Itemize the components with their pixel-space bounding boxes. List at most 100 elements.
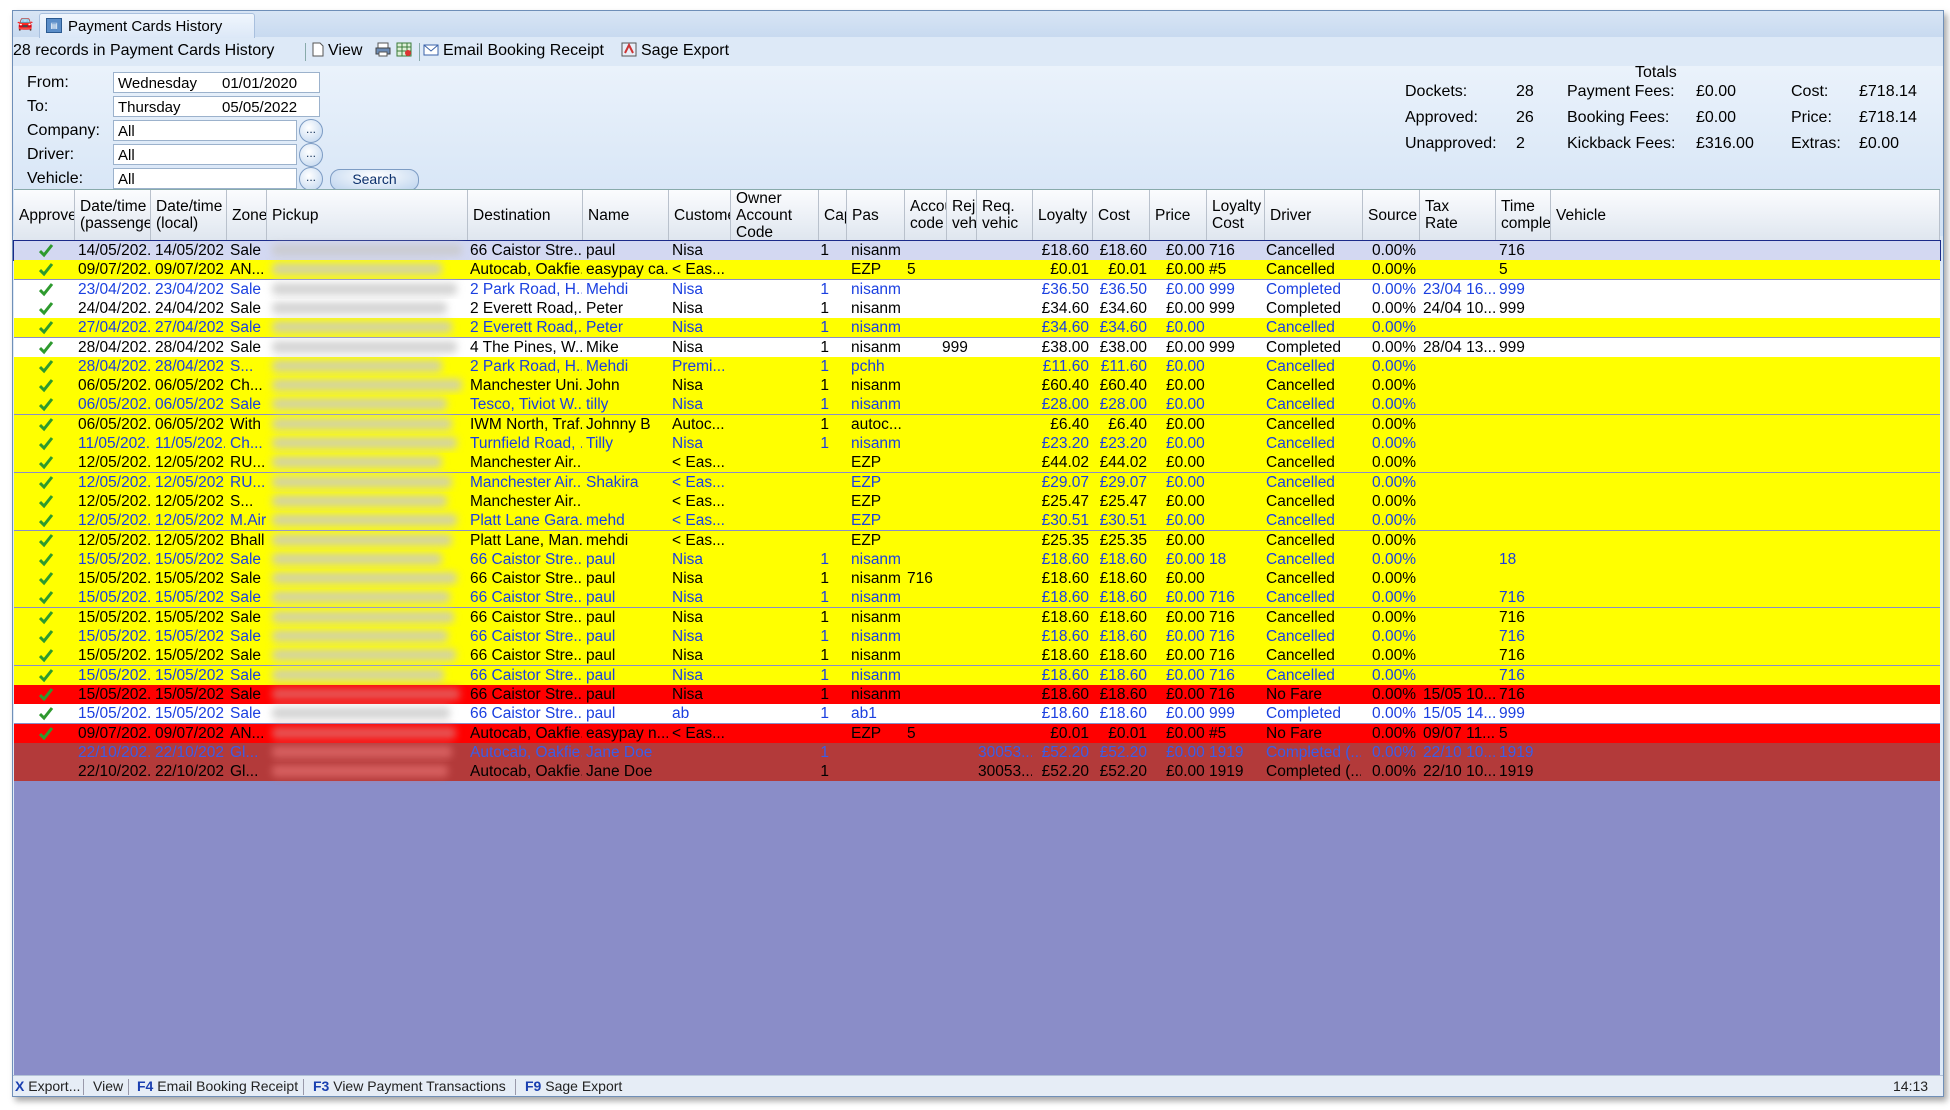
column-header-rejected-vehicle[interactable]: Rej. vehic (947, 190, 977, 240)
company-lookup-button[interactable]: ... (299, 119, 323, 143)
datetime-local-cell: 15/05/202... (155, 666, 225, 684)
email-shortcut[interactable]: F4 Email Booking Receipt (137, 1078, 298, 1094)
column-header-vehicle[interactable]: Vehicle (1551, 190, 1940, 240)
column-header-datetime-local[interactable]: Date/time (local) (151, 190, 227, 240)
approved-check-icon[interactable] (39, 494, 55, 510)
email-booking-receipt-button[interactable]: Email Booking Receipt (423, 42, 604, 60)
company-field[interactable]: All (113, 120, 297, 141)
column-header-capacity[interactable]: Capa (819, 190, 847, 240)
approved-check-icon[interactable] (39, 455, 55, 471)
from-date-field[interactable]: Wednesday 01/01/2020 (113, 72, 320, 93)
table-row[interactable]: 06/05/202... 06/05/202... Ch... Manchester … (14, 376, 1940, 396)
view-button[interactable]: View (312, 42, 362, 60)
export-grid-button[interactable] (396, 42, 416, 60)
payment-cards-grid[interactable]: ApproveDate/time (passenger)Date/time (l… (13, 189, 1941, 1075)
table-row[interactable]: 15/05/202... 15/05/202... Sale 66 Caistor S… (14, 607, 1940, 627)
table-row[interactable]: 28/04/202... 28/04/202... S... 2 Park Road,… (14, 356, 1940, 376)
table-row[interactable]: 14/05/202... 14/05/202... Sale 66 Caistor S… (13, 240, 1941, 261)
table-row[interactable]: 15/05/202... 15/05/202... Sale 66 Caistor S… (14, 684, 1940, 704)
approved-check-icon[interactable] (39, 668, 55, 684)
column-header-customer[interactable]: Customer (669, 190, 731, 240)
approved-check-icon[interactable] (39, 687, 55, 703)
column-header-price[interactable]: Price (1150, 190, 1207, 240)
column-header-datetime-passenger[interactable]: Date/time (passenger) (75, 190, 151, 240)
approved-check-icon[interactable] (39, 320, 55, 336)
payment-transactions-shortcut[interactable]: F3 View Payment Transactions (313, 1078, 506, 1094)
column-header-cost[interactable]: Cost (1093, 190, 1150, 240)
table-row[interactable]: 12/05/202... 12/05/202... S... Manchester A… (14, 491, 1940, 511)
column-header-pickup[interactable]: Pickup (267, 190, 468, 240)
table-row[interactable]: 09/07/202... 09/07/202... AN... Autocab, Oa… (14, 260, 1940, 280)
table-row[interactable]: 28/04/202... 28/04/202... Sale 4 The Pines,… (14, 337, 1940, 357)
table-row[interactable]: 06/05/202... 06/05/202... With IWM North, T… (14, 414, 1940, 434)
column-header-approve[interactable]: Approve (14, 190, 75, 240)
table-row[interactable]: 15/05/202... 15/05/202... Sale 66 Caistor S… (14, 588, 1940, 608)
approved-check-icon[interactable] (39, 533, 55, 549)
approved-check-icon[interactable] (39, 262, 55, 278)
table-row[interactable]: 23/04/202... 23/04/202... Sale 2 Park Road,… (14, 279, 1940, 299)
approved-check-icon[interactable] (39, 282, 55, 298)
column-header-account-code[interactable]: Account code (905, 190, 947, 240)
column-header-loyalty[interactable]: Loyalty (1033, 190, 1093, 240)
column-header-loyalty-cost[interactable]: Loyalty Cost (1207, 190, 1265, 240)
table-row[interactable]: 24/04/202... 24/04/202... Sale 2 Everett Ro… (14, 298, 1940, 318)
approved-check-icon[interactable] (39, 726, 55, 742)
car-icon[interactable]: 🚘 (17, 16, 33, 31)
column-header-passengers[interactable]: Pas (847, 190, 905, 240)
vehicle-lookup-button[interactable]: ... (299, 167, 323, 191)
column-header-requested-vehicle[interactable]: Req. vehic (977, 190, 1033, 240)
to-date-field[interactable]: Thursday 05/05/2022 (113, 96, 320, 117)
tab-payment-cards-history[interactable]: ▤ Payment Cards History (39, 13, 255, 38)
approved-check-icon[interactable] (39, 590, 55, 606)
table-row[interactable]: 27/04/202... 27/04/202... Sale 2 Everett Ro… (14, 318, 1940, 338)
table-row[interactable]: 22/10/202... 22/10/202... Gl... Autocab, Oa… (14, 742, 1940, 762)
approved-check-icon[interactable] (39, 359, 55, 375)
approved-check-icon[interactable] (39, 571, 55, 587)
column-header-name[interactable]: Name (583, 190, 669, 240)
table-row[interactable]: 12/05/202... 12/05/202... M.Air Platt Lane … (14, 511, 1940, 531)
column-header-driver[interactable]: Driver (1265, 190, 1363, 240)
approved-check-icon[interactable] (39, 629, 55, 645)
approved-check-icon[interactable] (39, 552, 55, 568)
table-row[interactable]: 15/05/202... 15/05/202... Sale 66 Caistor S… (14, 665, 1940, 685)
table-row[interactable]: 06/05/202... 06/05/202... Sale Tesco, Tivio… (14, 395, 1940, 415)
approved-check-icon[interactable] (39, 610, 55, 626)
table-row[interactable]: 12/05/202... 12/05/202... Bhall Platt Lane,… (14, 530, 1940, 550)
approved-check-icon[interactable] (39, 648, 55, 664)
approved-check-icon[interactable] (39, 378, 55, 394)
column-header-zone[interactable]: Zone (227, 190, 267, 240)
search-button[interactable]: Search (330, 169, 419, 191)
table-row[interactable]: 15/05/202... 15/05/202... Sale 66 Caistor S… (14, 569, 1940, 589)
table-row[interactable]: 09/07/202... 09/07/202... AN... Autocab, Oa… (14, 723, 1940, 743)
column-header-source[interactable]: Source (1363, 190, 1420, 240)
approved-check-icon[interactable] (39, 301, 55, 317)
column-header-owner-account-code[interactable]: Owner Account Code (731, 190, 819, 240)
driver-field[interactable]: All (113, 144, 297, 165)
column-header-tax-rate[interactable]: Tax Rate (1420, 190, 1496, 240)
table-row[interactable]: 15/05/202... 15/05/202... Sale 66 Caistor S… (14, 704, 1940, 724)
sage-export-shortcut[interactable]: F9 Sage Export (525, 1078, 622, 1094)
approved-check-icon[interactable] (39, 475, 55, 491)
approved-check-icon[interactable] (39, 513, 55, 529)
table-row[interactable]: 15/05/202... 15/05/202... Sale 66 Caistor S… (14, 549, 1940, 569)
approved-check-icon[interactable] (39, 397, 55, 413)
table-row[interactable]: 22/10/202... 22/10/202... Gl... Autocab, Oa… (14, 762, 1940, 782)
table-row[interactable]: 15/05/202... 15/05/202... Sale 66 Caistor S… (14, 646, 1940, 666)
sage-export-button[interactable]: Sage Export (621, 42, 729, 60)
approved-check-icon[interactable] (39, 243, 55, 259)
driver-lookup-button[interactable]: ... (299, 143, 323, 167)
approved-check-icon[interactable] (39, 417, 55, 433)
vehicle-field[interactable]: All (113, 168, 297, 189)
approved-check-icon[interactable] (39, 340, 55, 356)
print-button[interactable] (375, 42, 395, 60)
export-shortcut[interactable]: X Export... (15, 1078, 80, 1094)
approved-check-icon[interactable] (39, 436, 55, 452)
table-row[interactable]: 15/05/202... 15/05/202... Sale 66 Caistor S… (14, 627, 1940, 646)
table-row[interactable]: 12/05/202... 12/05/202... RU... Manchester … (14, 472, 1940, 492)
approved-check-icon[interactable] (39, 706, 55, 722)
column-header-destination[interactable]: Destination (468, 190, 583, 240)
column-header-time-completed[interactable]: Time completed (1496, 190, 1551, 240)
table-row[interactable]: 11/05/202... 11/05/202... Ch... Turnfield R… (14, 434, 1940, 453)
view-shortcut[interactable]: View (93, 1078, 123, 1094)
table-row[interactable]: 12/05/202... 12/05/202... RU... Manchester … (14, 453, 1940, 473)
